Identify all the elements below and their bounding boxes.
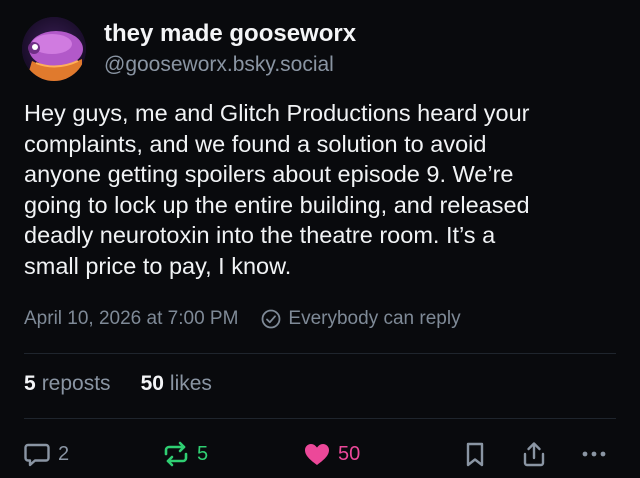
more-options-button[interactable] — [578, 436, 610, 472]
like-button[interactable]: 50 — [302, 436, 360, 472]
post-text-line: Hey guys, me and Glitch Productions hear… — [24, 100, 530, 126]
share-upload-icon — [520, 439, 548, 469]
bookmark-icon — [462, 439, 488, 469]
reply-button[interactable]: 2 — [22, 436, 69, 472]
author-block[interactable]: they made gooseworx @gooseworx.bsky.soci… — [104, 20, 356, 78]
reposts-count: 5 — [24, 372, 36, 395]
post-text: Hey guys, me and Glitch Productions hear… — [24, 98, 624, 281]
avatar-image — [22, 17, 86, 81]
post-text-line: complaints, and we found a solution to a… — [24, 130, 487, 157]
likes-count: 50 — [140, 372, 164, 395]
reposts-label: reposts — [41, 372, 111, 395]
divider — [24, 353, 616, 354]
repost-count: 5 — [197, 442, 209, 465]
globe-reply-icon — [260, 308, 282, 330]
author-display-name[interactable]: they made gooseworx — [104, 20, 356, 48]
speech-bubble-icon — [22, 439, 52, 469]
avatar[interactable] — [22, 17, 86, 81]
more-dots-icon — [578, 439, 610, 469]
likes-label: likes — [169, 372, 212, 395]
post-meta: April 10, 2026 at 7:00 PM Everybody can … — [24, 308, 461, 330]
action-bar: 2 5 50 — [0, 436, 640, 472]
author-handle[interactable]: @gooseworx.bsky.social — [104, 52, 356, 78]
divider — [24, 418, 616, 419]
post-text-line: anyone getting spoilers about episode 9.… — [24, 161, 514, 187]
like-count: 50 — [338, 442, 361, 465]
post-text-line: deadly neurotoxin into the theatre room.… — [24, 222, 496, 248]
post-text-line: small price to pay, I know. — [24, 252, 292, 279]
post-text-line: going to lock up the entire building, an… — [24, 191, 530, 218]
reply-count: 2 — [58, 442, 70, 465]
bookmark-button[interactable] — [462, 436, 488, 472]
repost-button[interactable]: 5 — [161, 436, 208, 472]
post-stats: 5 reposts 50 likes — [24, 372, 212, 396]
post-timestamp: April 10, 2026 at 7:00 PM — [24, 308, 239, 329]
reply-setting-label[interactable]: Everybody can reply — [288, 308, 460, 330]
share-button[interactable] — [520, 436, 548, 472]
heart-icon — [302, 439, 332, 469]
post-thread-view: they made gooseworx @gooseworx.bsky.soci… — [0, 0, 640, 478]
repost-arrows-icon — [161, 439, 191, 469]
likes-stat[interactable]: 50 likes — [141, 372, 212, 396]
reposts-stat[interactable]: 5 reposts — [24, 372, 111, 396]
